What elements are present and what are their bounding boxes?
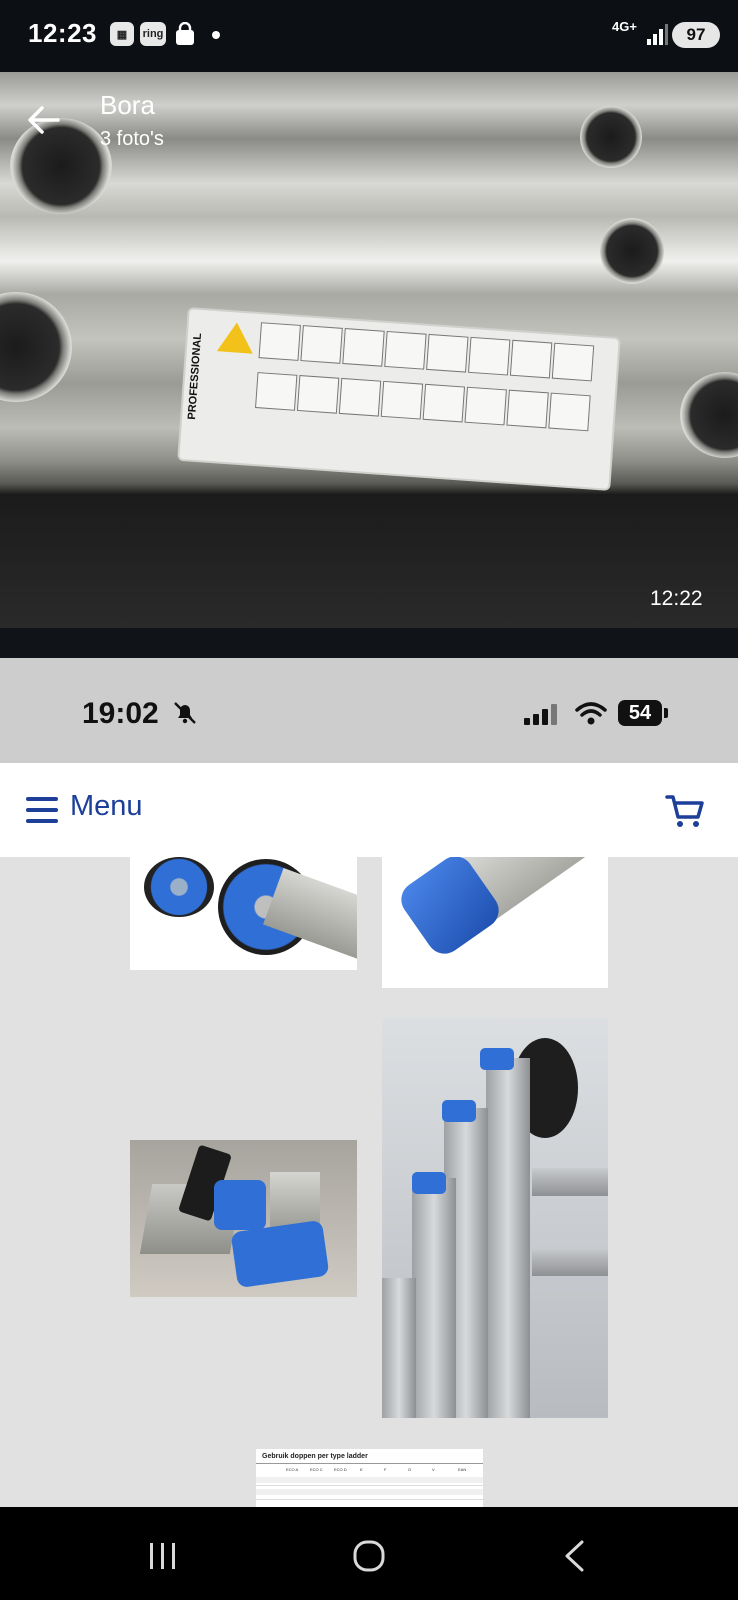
ladder-hole — [680, 372, 738, 458]
sticker-label: PROFESSIONAL — [186, 332, 205, 421]
home-icon[interactable] — [352, 1539, 386, 1573]
wheel-cap-image[interactable] — [130, 857, 357, 970]
menu-button[interactable]: Menu — [70, 790, 143, 823]
ladder-wheel-image[interactable] — [382, 1018, 608, 1418]
back-arrow-icon[interactable] — [24, 100, 68, 140]
battery-indicator: 97 — [672, 22, 720, 48]
shopping-cart-icon[interactable] — [665, 791, 705, 831]
navigation-bar — [0, 1507, 738, 1600]
ladder-hole — [580, 106, 642, 168]
battery-tip — [664, 708, 668, 718]
wifi-icon — [574, 700, 608, 726]
table-title: Gebruik doppen per type ladder — [262, 1453, 368, 1460]
photo-timestamp: 12:22 — [650, 587, 703, 610]
network-type: 4G+ — [612, 19, 637, 34]
bell-slash-icon — [172, 700, 198, 733]
embedded-status-time: 19:02 — [82, 697, 159, 730]
ladder-hole — [600, 218, 664, 284]
album-title: Bora — [100, 90, 155, 120]
notification-dot-icon — [212, 31, 220, 39]
warning-icon — [216, 321, 255, 354]
blue-end-cap-image[interactable] — [382, 857, 608, 988]
album-photo-count: 3 foto's — [100, 128, 164, 150]
size-table-image[interactable]: Gebruik doppen per type ladder ECO A ECO… — [256, 1449, 483, 1507]
divider — [0, 628, 738, 658]
hamburger-menu-icon[interactable] — [26, 797, 58, 823]
ring-icon: ring — [140, 22, 166, 46]
gallery-icon: ▦ — [110, 22, 134, 46]
shopping-bag-icon — [174, 21, 196, 46]
blue-foot-pads-image[interactable] — [130, 1140, 357, 1297]
ladder-photo[interactable]: PROFESSIONAL — [0, 72, 738, 628]
status-time: 12:23 — [28, 18, 97, 48]
recent-apps-icon[interactable] — [148, 1543, 178, 1569]
ladder-hole — [0, 292, 72, 402]
signal-icon — [646, 24, 668, 46]
product-gallery: Gebruik doppen per type ladder ECO A ECO… — [0, 857, 738, 1507]
safety-sticker: PROFESSIONAL — [177, 307, 621, 491]
back-nav-icon[interactable] — [562, 1539, 586, 1573]
cellular-signal-icon — [524, 702, 564, 726]
embedded-battery: 54 — [618, 700, 662, 726]
status-bar: 12:23 ▦ ring 4G+ 97 — [0, 0, 738, 72]
